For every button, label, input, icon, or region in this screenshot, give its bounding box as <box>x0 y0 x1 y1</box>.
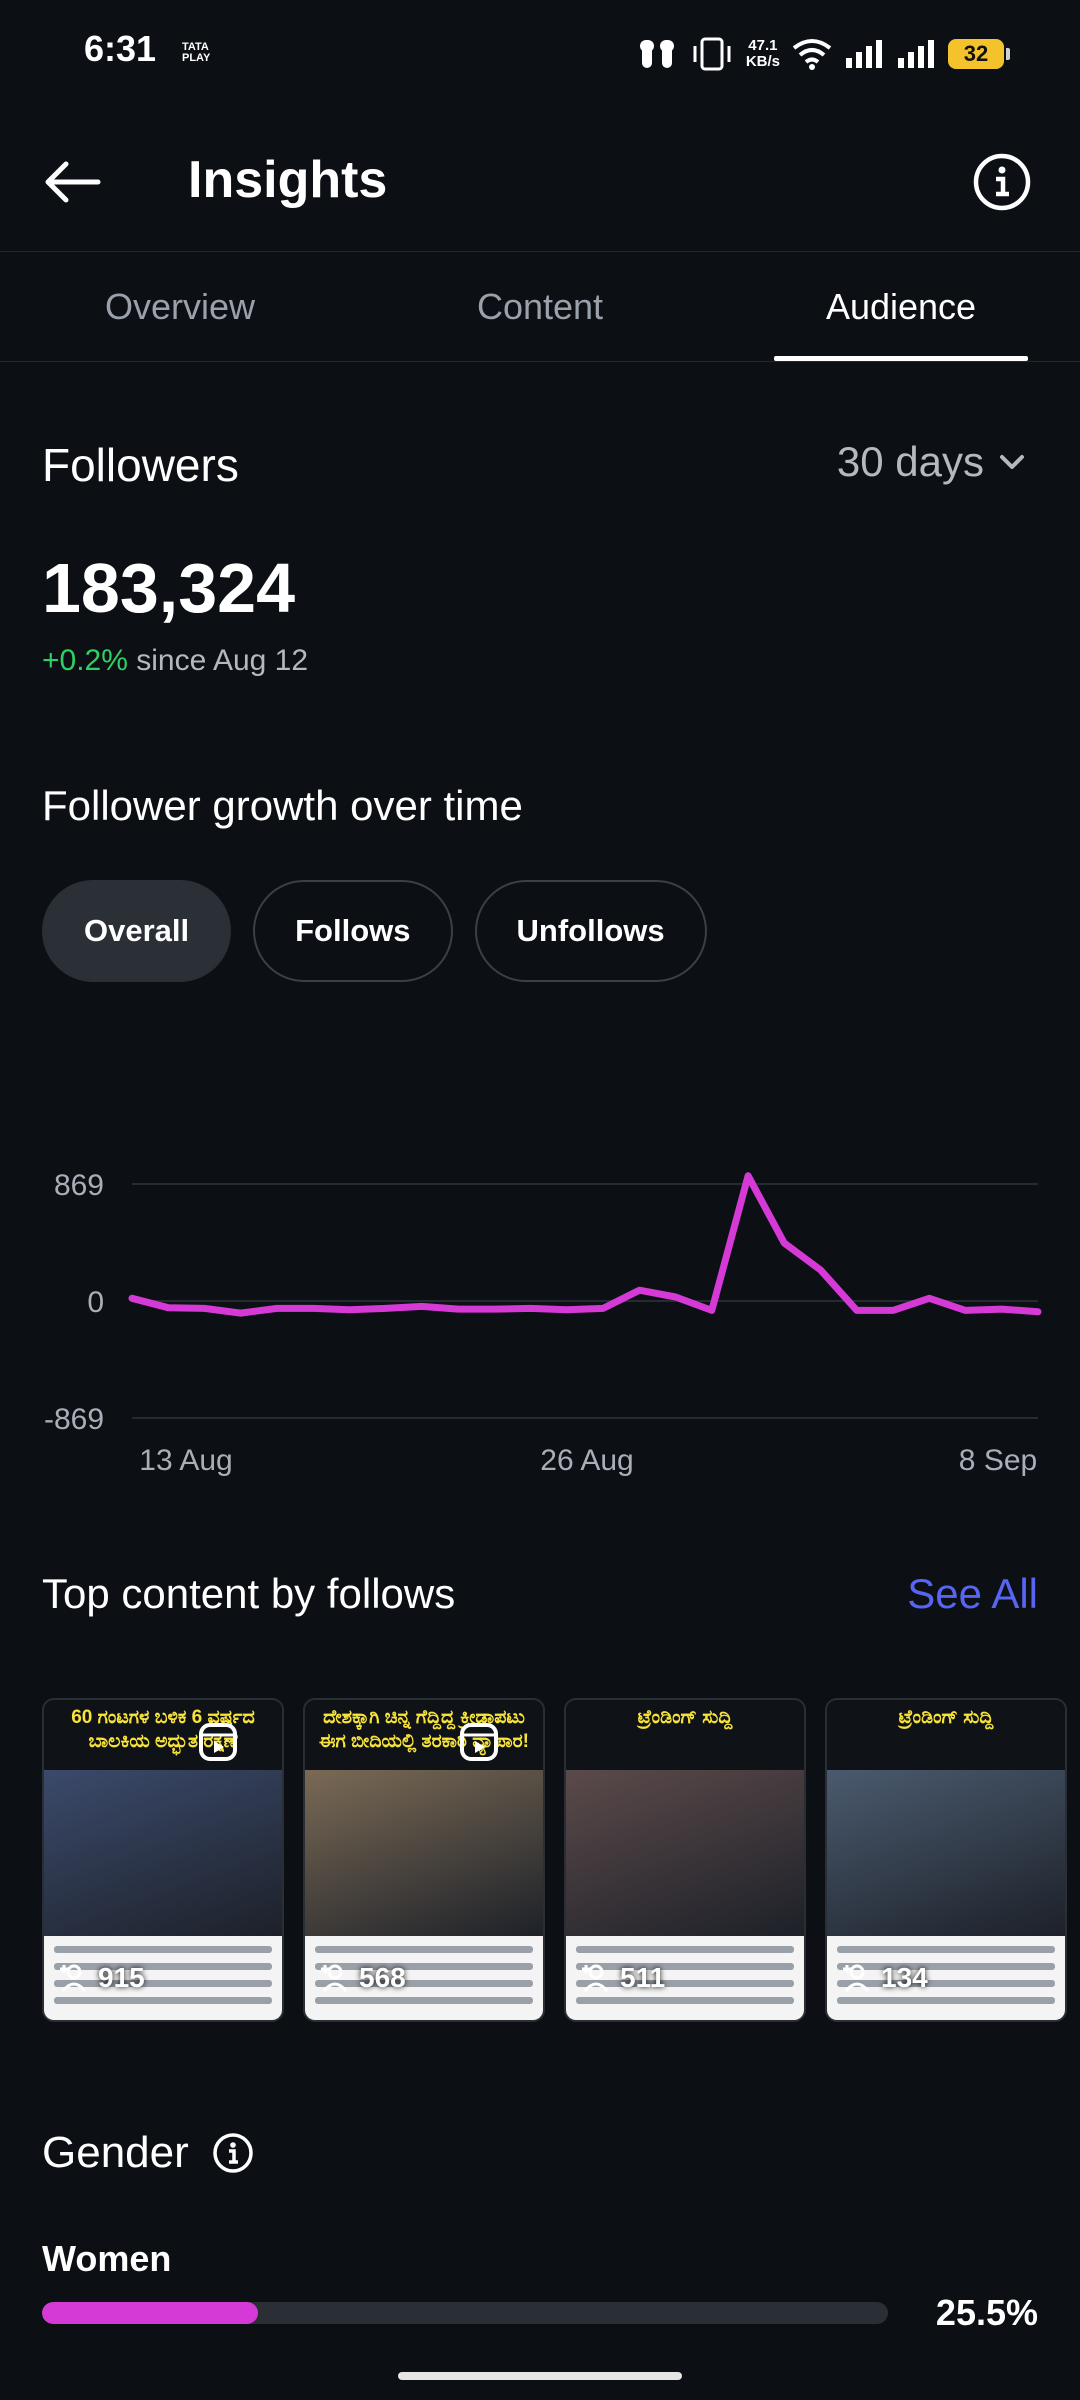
see-all-link[interactable]: See All <box>907 1570 1038 1618</box>
top-content-list: 60 ಗಂಟಗಳ ಬಳಿಕ 6 ವರ್ಷದ ಬಾಲಕಿಯ ಅದ್ಭುತ ರಕ್ಷ… <box>42 1698 1067 2022</box>
thumbnail-headline: 60 ಗಂಟಗಳ ಬಳಿಕ 6 ವರ್ಷದ ಬಾಲಕಿಯ ಅದ್ಭುತ ರಕ್ಷ… <box>44 1700 282 1770</box>
x-tick-label: 8 Sep <box>959 1444 1037 1477</box>
tab-content[interactable]: Content <box>410 252 670 362</box>
thumbnail-headline: ಟ್ರೆಂಡಿಂಗ್ ಸುದ್ದಿ <box>566 1700 804 1770</box>
delta-since: since Aug 12 <box>136 644 309 677</box>
follows-count: 134 <box>841 1962 928 1994</box>
top-content-item[interactable]: 60 ಗಂಟಗಳ ಬಳಿಕ 6 ವರ್ಷದ ಬಾಲಕಿಯ ಅದ್ಭುತ ರಕ್ಷ… <box>42 1698 284 2022</box>
followers-delta: +0.2% since Aug 12 <box>42 644 308 678</box>
status-icons: 47.1 KB/s 32 <box>638 30 1010 78</box>
info-button[interactable] <box>970 150 1034 214</box>
series-line <box>128 1172 1042 1317</box>
wifi-icon <box>792 38 832 70</box>
thumbnail-image <box>305 1770 543 1940</box>
arrow-left-icon <box>45 161 101 203</box>
thumbnail-image <box>44 1770 282 1940</box>
women-progress-track <box>42 2302 888 2324</box>
followers-count: 183,324 <box>42 549 296 627</box>
follows-value: 511 <box>620 1962 666 1993</box>
caption-line <box>576 1997 794 2004</box>
network-speed-value: 47.1 <box>748 37 778 54</box>
thumbnail-image <box>566 1770 804 1940</box>
chip-follows[interactable]: Follows <box>253 880 453 982</box>
caption-line <box>837 1997 1055 2004</box>
signal-icon <box>896 38 936 70</box>
delta-percent: +0.2% <box>42 644 128 677</box>
status-bar: 6:31 TATA PLAY 47.1 KB/s 32 <box>0 0 1080 104</box>
follows-count: 568 <box>319 1962 406 1994</box>
earbuds-icon <box>638 36 678 72</box>
thumbnail-headline: ದೇಶಕ್ಕಾಗಿ ಚಿನ್ನ ಗೆದ್ದಿದ್ದ ಕ್ರೀಡಾಪಟು ಈಗ ಬ… <box>305 1700 543 1770</box>
app-header: Insights <box>0 108 1080 252</box>
date-range-dropdown[interactable]: 30 days <box>837 438 1026 486</box>
home-indicator[interactable] <box>398 2372 682 2380</box>
info-icon[interactable] <box>211 2131 255 2175</box>
chip-unfollows[interactable]: Unfollows <box>474 880 707 982</box>
follows-count: 511 <box>580 1962 665 1994</box>
caption-line <box>315 1997 533 2004</box>
carrier-label: TATA PLAY <box>182 42 210 64</box>
y-tick-label: 869 <box>54 1169 104 1202</box>
active-tab-indicator <box>774 356 1028 361</box>
battery-icon: 32 <box>948 39 1010 69</box>
top-content-item[interactable]: ಟ್ರೆಂಡಿಂಗ್ ಸುದ್ದಿ 511 <box>564 1698 806 2022</box>
tab-audience[interactable]: Audience <box>771 252 1031 362</box>
growth-filter-chips: Overall Follows Unfollows <box>42 880 707 982</box>
followers-title: Followers <box>42 439 239 491</box>
date-range-label: 30 days <box>836 438 984 485</box>
tab-overview[interactable]: Overview <box>50 252 310 362</box>
reel-icon <box>198 1722 238 1767</box>
vibrate-icon <box>690 36 734 72</box>
top-content-item[interactable]: ಟ್ರೆಂಡಿಂಗ್ ಸುದ್ದಿ 134 <box>825 1698 1067 2022</box>
caption-line <box>54 1997 272 2004</box>
follows-value: 134 <box>881 1962 928 1993</box>
x-tick-label: 13 Aug <box>139 1444 232 1477</box>
thumbnail-headline: ಟ್ರೆಂಡಿಂಗ್ ಸುದ್ದಿ <box>827 1700 1065 1770</box>
thumbnail-image <box>827 1770 1065 1940</box>
follows-value: 568 <box>359 1962 406 1993</box>
network-speed-unit: KB/s <box>745 53 780 70</box>
follows-value: 915 <box>98 1962 145 1993</box>
top-content-title: Top content by follows <box>42 1570 456 1617</box>
page-title: Insights <box>188 151 388 209</box>
gender-title: Gender <box>42 2128 189 2177</box>
add-person-icon <box>843 1964 870 1992</box>
women-progress-fill <box>42 2302 258 2324</box>
caption-line <box>54 1946 272 1953</box>
signal-icon <box>844 38 884 70</box>
caption-line <box>315 1946 533 1953</box>
info-icon <box>973 153 1031 211</box>
follower-growth-chart: 869 0 -869 13 Aug 26 Aug 8 Sep <box>44 1169 1042 1477</box>
add-person-icon <box>321 1964 348 1992</box>
growth-title: Follower growth over time <box>42 782 523 829</box>
x-tick-label: 26 Aug <box>540 1444 633 1477</box>
caption-line <box>837 1946 1055 1953</box>
caption-line <box>576 1946 794 1953</box>
network-speed: 47.1 KB/s <box>746 38 780 70</box>
back-button[interactable] <box>40 150 104 214</box>
status-time: 6:31 <box>84 28 157 69</box>
chevron-down-icon <box>1000 455 1024 469</box>
add-person-icon <box>582 1964 609 1992</box>
y-tick-label: 0 <box>87 1286 104 1319</box>
gender-header: Gender <box>42 2128 255 2178</box>
y-tick-label: -869 <box>44 1403 104 1436</box>
tab-bar: Overview Content Audience <box>0 252 1080 362</box>
reel-icon <box>459 1722 499 1767</box>
women-label: Women <box>42 2238 172 2279</box>
women-percent: 25.5% <box>935 2292 1038 2333</box>
chip-overall[interactable]: Overall <box>42 880 232 982</box>
follows-count: 915 <box>58 1962 145 1994</box>
top-content-item[interactable]: ದೇಶಕ್ಕಾಗಿ ಚಿನ್ನ ಗೆದ್ದಿದ್ದ ಕ್ರೀಡಾಪಟು ಈಗ ಬ… <box>303 1698 545 2022</box>
carrier-line2: PLAY <box>182 52 211 64</box>
add-person-icon <box>60 1964 87 1992</box>
